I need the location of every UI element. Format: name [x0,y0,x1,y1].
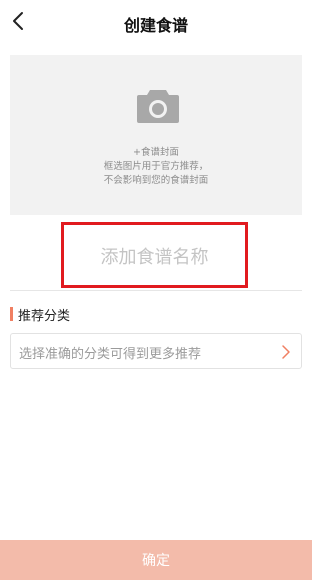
cover-upload-area[interactable] [10,55,302,215]
confirm-button[interactable]: 确定 [0,540,312,580]
recipe-name-highlight [61,222,248,288]
section-accent-bar [10,307,13,321]
chevron-right-icon [282,345,290,359]
name-divider [10,290,302,291]
cover-description-line2: 不会影响到您的食谱封面 [103,175,209,186]
cover-add-label: +食谱封面 [133,147,179,158]
cover-description-line1: 框选图片用于官方推荐， [103,161,209,172]
recipe-name-input[interactable] [64,243,245,271]
page-title: 创建食谱 [123,16,188,35]
camera-icon [137,90,179,123]
category-section-title: 推荐分类 [18,309,71,324]
category-placeholder: 选择准确的分类可得到更多推荐 [19,347,202,362]
category-selector[interactable]: 选择准确的分类可得到更多推荐 [10,333,302,369]
nav-bar: 创建食谱 [0,0,312,44]
